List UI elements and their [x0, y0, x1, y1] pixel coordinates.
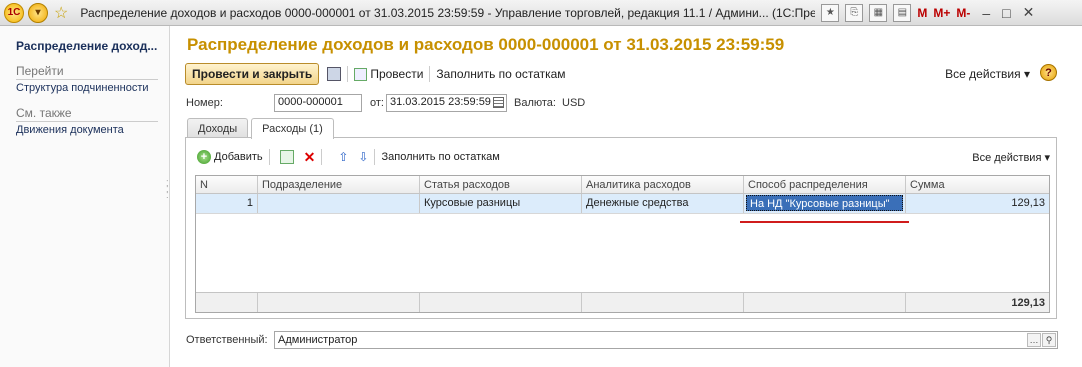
toolbar-divider	[268, 149, 270, 165]
delete-row-icon[interactable]: ✕	[304, 149, 316, 166]
calendar-icon[interactable]: ▤	[893, 3, 912, 22]
responsible-label: Ответственный:	[186, 334, 268, 346]
cell-amount[interactable]: 129,13	[906, 194, 1049, 213]
document-form: Распределение доходов и расходов 0000-00…	[175, 26, 1082, 367]
navigation-panel: Распределение доход... Перейти Структура…	[0, 26, 170, 367]
move-down-icon[interactable]: ⇩	[358, 150, 368, 164]
table-row[interactable]: 1 Курсовые разницы Денежные средства На …	[196, 194, 1049, 214]
cell-division[interactable]	[258, 194, 420, 213]
table-all-actions-label: Все действия	[972, 152, 1042, 164]
responsible-value: Администратор	[278, 334, 358, 346]
open-search-icon[interactable]: ⚲	[1042, 333, 1056, 347]
responsible-field[interactable]: Администратор … ⚲	[274, 331, 1058, 349]
form-toolbar: Провести и закрыть Провести Заполнить по…	[185, 63, 566, 85]
column-header-expense-item[interactable]: Статья расходов	[420, 176, 582, 193]
column-header-method[interactable]: Способ распределения	[744, 176, 906, 193]
sidebar-section-go: Перейти	[16, 64, 158, 80]
help-button[interactable]: ?	[1040, 64, 1057, 81]
post-button[interactable]: Провести	[354, 67, 423, 81]
select-ellipsis-button[interactable]: …	[1027, 333, 1041, 347]
sidebar-item-main[interactable]: Распределение доход...	[16, 39, 157, 53]
table-fill-button[interactable]: Заполнить по остаткам	[381, 151, 499, 163]
cell-expense-item[interactable]: Курсовые разницы	[420, 194, 582, 213]
table-footer: 129,13	[196, 292, 1049, 312]
column-header-division[interactable]: Подразделение	[258, 176, 420, 193]
minimize-button[interactable]: –	[982, 5, 990, 21]
cell-analytics[interactable]: Денежные средства	[582, 194, 744, 213]
annotation-underline	[740, 221, 909, 223]
favorite-star-icon[interactable]: ☆	[54, 3, 68, 23]
save-icon[interactable]	[327, 67, 342, 81]
memory-minus-button[interactable]: M-	[956, 6, 970, 20]
date-field[interactable]: 31.03.2015 23:59:59	[386, 94, 507, 112]
post-icon	[354, 67, 368, 81]
close-button[interactable]: ✕	[1023, 4, 1035, 21]
expenses-panel: + Добавить ✕ ⇧ ⇩ Заполнить по остаткам В…	[185, 137, 1057, 319]
sidebar-section-see-also: См. также	[16, 106, 158, 122]
expenses-table: N Подразделение Статья расходов Аналитик…	[195, 175, 1050, 313]
post-and-close-button[interactable]: Провести и закрыть	[185, 63, 320, 85]
date-label: от:	[370, 97, 384, 109]
all-actions-label: Все действия	[945, 67, 1021, 81]
sidebar-item-movements[interactable]: Движения документа	[16, 124, 124, 136]
memory-m-button[interactable]: M	[917, 6, 927, 20]
add-icon: +	[197, 150, 211, 164]
currency-label: Валюта:	[514, 97, 556, 109]
number-field[interactable]: 0000-000001	[274, 94, 362, 112]
number-label: Номер:	[186, 97, 223, 109]
column-header-amount[interactable]: Сумма	[906, 176, 1049, 193]
table-all-actions-menu[interactable]: Все действия ▾	[972, 151, 1050, 164]
cell-n[interactable]: 1	[196, 194, 258, 213]
window-title: Распределение доходов и расходов 0000-00…	[80, 5, 816, 20]
tab-expenses[interactable]: Расходы (1)	[251, 118, 334, 139]
tab-bar: Доходы Расходы (1)	[187, 118, 334, 139]
app-logo-icon[interactable]: 1С	[4, 2, 24, 23]
move-up-icon[interactable]: ⇧	[338, 150, 348, 164]
tab-income[interactable]: Доходы	[187, 118, 249, 138]
total-amount: 129,13	[1011, 297, 1045, 309]
column-header-n[interactable]: N	[196, 176, 258, 193]
cell-method-value[interactable]: На НД "Курсовые разницы"	[746, 195, 903, 211]
toolbar-divider	[321, 149, 323, 165]
table-toolbar: + Добавить ✕ ⇧ ⇩ Заполнить по остаткам	[197, 148, 500, 166]
currency-value: USD	[562, 97, 586, 109]
window-titlebar: 1С ▾ ☆ Распределение доходов и расходов …	[0, 0, 1082, 26]
link-icon[interactable]: ⎘	[845, 3, 864, 22]
toolbar-divider	[347, 66, 349, 82]
add-row-button[interactable]: Добавить	[214, 151, 263, 163]
copy-row-icon[interactable]	[279, 150, 294, 164]
add-to-favorites-icon[interactable]: ★	[821, 3, 840, 22]
cell-method[interactable]: На НД "Курсовые разницы"	[744, 194, 906, 213]
memory-plus-button[interactable]: M+	[933, 6, 950, 20]
toolbar-divider	[374, 149, 376, 165]
calendar-picker-icon[interactable]	[493, 97, 504, 108]
main-menu-button[interactable]: ▾	[28, 2, 48, 23]
calculator-icon[interactable]: ▦	[869, 3, 888, 22]
page-title: Распределение доходов и расходов 0000-00…	[187, 35, 785, 54]
column-header-analytics[interactable]: Аналитика расходов	[582, 176, 744, 193]
panel-resize-grip[interactable]: ⁚ ⁚ ⁚	[166, 180, 169, 200]
post-button-label: Провести	[370, 67, 424, 81]
sidebar-item-subordination[interactable]: Структура подчиненности	[16, 82, 149, 94]
fill-by-balances-button[interactable]: Заполнить по остаткам	[436, 67, 565, 81]
table-header: N Подразделение Статья расходов Аналитик…	[196, 176, 1049, 194]
all-actions-menu[interactable]: Все действия ▾	[945, 67, 1030, 81]
date-value: 31.03.2015 23:59:59	[390, 96, 491, 108]
maximize-button[interactable]: □	[1002, 5, 1010, 21]
toolbar-divider	[429, 66, 431, 82]
